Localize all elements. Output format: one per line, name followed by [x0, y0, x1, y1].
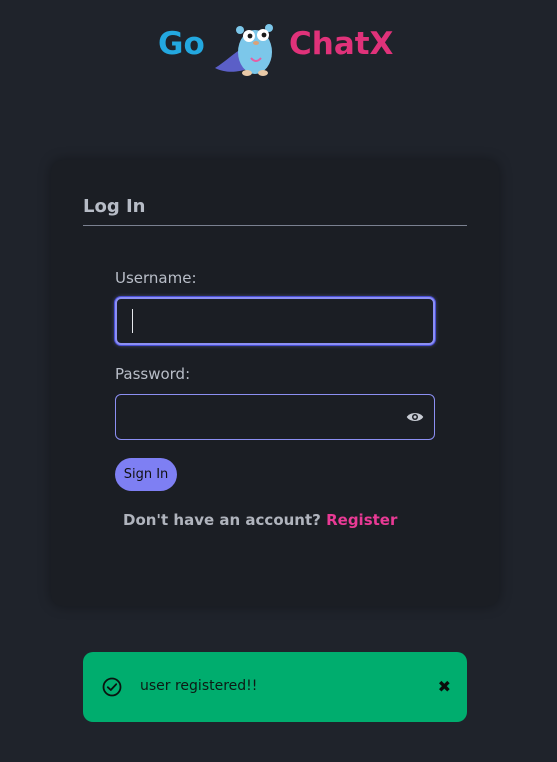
logo-chatx-text: ChatX: [289, 26, 394, 62]
password-label: Password:: [115, 365, 191, 383]
title-divider: [83, 225, 467, 226]
close-icon[interactable]: ✖: [438, 678, 451, 696]
login-card: Log In Username: Password: Sign In Don't…: [51, 160, 499, 606]
gopher-icon: [215, 24, 273, 76]
login-title: Log In: [83, 196, 146, 217]
logo-go-text: Go: [158, 26, 205, 62]
page: Go ChatX Log In Username: Password: Sign…: [0, 0, 557, 762]
register-prompt: Don't have an account? Register: [123, 511, 397, 529]
username-input[interactable]: [117, 299, 433, 343]
text-caret: [132, 309, 133, 333]
register-link[interactable]: Register: [326, 511, 397, 529]
sign-in-button[interactable]: Sign In: [115, 458, 177, 491]
register-prompt-text: Don't have an account?: [123, 511, 321, 529]
password-input[interactable]: [116, 395, 434, 439]
username-label: Username:: [115, 269, 197, 287]
success-toast: user registered!! ✖: [83, 652, 467, 722]
eye-icon[interactable]: [406, 409, 424, 425]
app-logo: Go ChatX: [0, 16, 557, 80]
check-circle-icon: [102, 677, 122, 697]
toast-message: user registered!!: [140, 678, 258, 694]
password-field-wrapper: [115, 394, 435, 440]
username-field-wrapper: [115, 297, 435, 345]
